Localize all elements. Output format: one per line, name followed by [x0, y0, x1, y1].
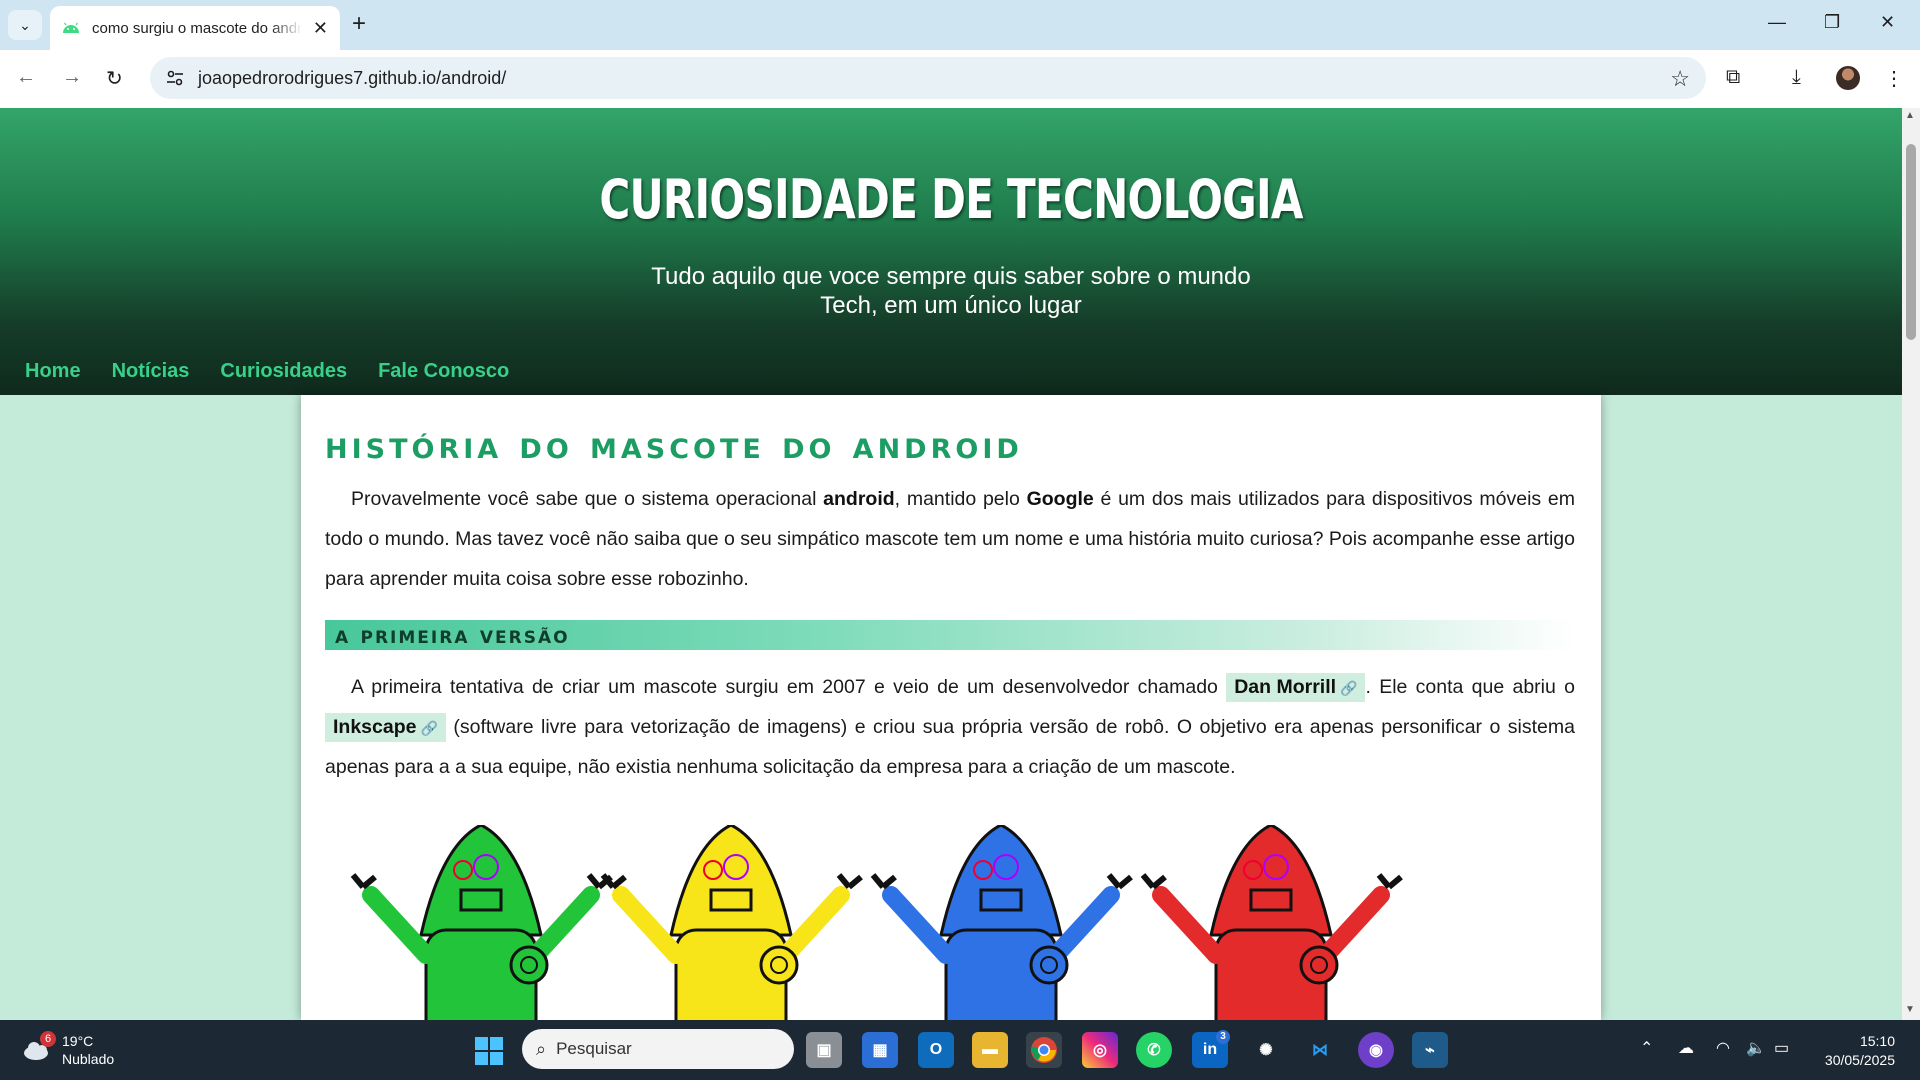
chevron-down-icon: ⌄ — [19, 16, 31, 33]
restore-button[interactable]: ❐ — [1824, 12, 1840, 33]
browser-toolbar: ← → ↻ joaopedrorodrigues7.github.io/andr… — [0, 50, 1920, 108]
site-nav: Home Notícias Curiosidades Fale Conosco — [25, 360, 509, 383]
file-explorer-icon[interactable]: ▬ — [972, 1032, 1008, 1068]
chatgpt-icon[interactable]: ✺ — [1248, 1032, 1284, 1068]
download-icon[interactable]: ⤓ — [1792, 66, 1801, 89]
address-bar[interactable]: joaopedrorodrigues7.github.io/android/ ☆ — [150, 57, 1706, 99]
link-icon: 🔗 — [420, 720, 438, 736]
vscode-icon[interactable]: ⋈ — [1302, 1032, 1338, 1068]
weather-widget[interactable]: 6 19°C Nublado — [22, 1031, 115, 1068]
bookmark-star-icon[interactable]: ☆ — [1670, 66, 1690, 92]
site-subtitle-line1: Tudo aquilo que voce sempre quis saber s… — [651, 263, 1251, 290]
robot-mascots-image — [350, 825, 1403, 1020]
robot-mascot — [1140, 825, 1403, 1020]
windows-start-icon[interactable] — [474, 1036, 504, 1066]
nav-link-home[interactable]: Home — [25, 360, 81, 383]
intro-bold-android: android — [823, 488, 895, 510]
whatsapp-icon[interactable]: ✆ — [1136, 1032, 1172, 1068]
search-placeholder: Pesquisar — [556, 1039, 632, 1058]
site-settings-icon[interactable] — [164, 67, 186, 89]
site-subtitle-line2: Tech, em um único lugar — [820, 292, 1082, 319]
nav-link-noticias[interactable]: Notícias — [112, 360, 190, 383]
outlook-icon[interactable]: O — [918, 1032, 954, 1068]
linkedin-icon[interactable]: in 3 — [1192, 1030, 1230, 1068]
windows-taskbar: 6 19°C Nublado ⌕ Pesquisar ▣ ▦ O ▬ ◎ ✆ i… — [0, 1020, 1920, 1080]
back-icon[interactable]: ← — [16, 66, 36, 89]
tab-title: como surgiu o mascote do android — [92, 19, 302, 37]
browser-tab-active[interactable]: como surgiu o mascote do android ✕ — [50, 6, 340, 50]
search-icon: ⌕ — [536, 1038, 547, 1059]
robot-mascot — [600, 825, 863, 1020]
weather-badge: 6 — [40, 1031, 56, 1047]
cloud-icon: 6 — [22, 1031, 56, 1061]
window-close-button[interactable]: ✕ — [1880, 12, 1895, 33]
page-scrollbar[interactable]: ▲ ▼ — [1902, 108, 1920, 1020]
volume-icon[interactable]: 🔈 — [1746, 1038, 1766, 1058]
intro-text-1: Provavelmente você sabe que o sistema op… — [351, 488, 824, 510]
chevron-up-icon[interactable]: ⌃ — [1640, 1038, 1653, 1058]
robot-mascot — [350, 825, 613, 1020]
extensions-icon[interactable]: ⧉ — [1726, 66, 1740, 89]
site-title: CURIOSIDADE DE TECNOLOGIA — [599, 168, 1303, 231]
linkedin-badge: 3 — [1216, 1030, 1230, 1044]
intro-bold-google: Google — [1026, 488, 1094, 510]
link-inkscape[interactable]: Inkscape 🔗 — [325, 713, 446, 742]
link-dan-morrill-label: Dan Morrill — [1234, 676, 1337, 698]
github-icon[interactable]: ◉ — [1358, 1032, 1394, 1068]
clock-date: 30/05/2025 — [1824, 1052, 1895, 1068]
clock-time: 15:10 — [1859, 1033, 1895, 1049]
section-text-1: A primeira tentativa de criar um mascote… — [351, 676, 1227, 698]
intro-text-2: , mantido pelo — [894, 488, 1027, 510]
taskbar-search[interactable]: ⌕ Pesquisar — [522, 1029, 794, 1069]
section-paragraph: A primeira tentativa de criar um mascote… — [325, 667, 1575, 787]
battery-icon[interactable]: ▭ — [1774, 1038, 1789, 1058]
minimize-button[interactable]: — — [1768, 12, 1786, 33]
link-inkscape-label: Inkscape — [333, 716, 417, 738]
weather-temp: 19°C — [62, 1033, 94, 1049]
nav-link-fale-conosco[interactable]: Fale Conosco — [378, 360, 509, 383]
tab-search-button[interactable]: ⌄ — [8, 10, 42, 40]
weather-desc: Nublado — [62, 1051, 115, 1067]
android-favicon-icon — [63, 22, 79, 33]
section-title: A primeira versão — [335, 621, 570, 649]
nav-link-curiosidades[interactable]: Curiosidades — [220, 360, 347, 383]
scroll-up-icon[interactable]: ▲ — [1905, 110, 1915, 121]
section-text-2: . Ele conta que abriu o — [1365, 676, 1575, 698]
link-icon: 🔗 — [1340, 680, 1358, 696]
instagram-icon[interactable]: ◎ — [1082, 1032, 1118, 1068]
tab-close-icon[interactable]: ✕ — [313, 18, 328, 39]
wifi-icon[interactable]: ◠ — [1716, 1038, 1730, 1058]
site-subtitle: Tudo aquilo que voce sempre quis saber s… — [0, 262, 1902, 320]
scroll-down-icon[interactable]: ▼ — [1905, 1004, 1915, 1015]
site-header: CURIOSIDADE DE TECNOLOGIA Tudo aquilo qu… — [0, 108, 1902, 395]
clock[interactable]: 15:10 30/05/2025 — [1815, 1032, 1895, 1070]
intro-paragraph: Provavelmente você sabe que o sistema op… — [325, 479, 1575, 599]
article-heading: História do mascote do android — [325, 423, 1023, 467]
menu-dots-icon[interactable]: ⋮ — [1884, 66, 1904, 91]
article: História do mascote do android Provavelm… — [301, 395, 1601, 1020]
remote-desktop-icon[interactable]: ⌁ — [1412, 1032, 1448, 1068]
section-text-3: (software livre para vetorização de imag… — [325, 716, 1575, 778]
robot-mascot — [870, 825, 1133, 1020]
forward-icon[interactable]: → — [62, 66, 82, 89]
reload-icon[interactable]: ↻ — [106, 66, 123, 91]
profile-avatar[interactable] — [1836, 66, 1860, 90]
scroll-thumb[interactable] — [1906, 144, 1916, 340]
onedrive-icon[interactable]: ☁ — [1678, 1038, 1694, 1058]
microsoft-store-icon[interactable]: ▦ — [862, 1032, 898, 1068]
chrome-icon[interactable] — [1026, 1032, 1062, 1068]
new-tab-button[interactable]: + — [352, 10, 366, 38]
browser-tab-bar: ⌄ como surgiu o mascote do android ✕ + —… — [0, 0, 1920, 50]
task-view-icon[interactable]: ▣ — [806, 1032, 842, 1068]
url-text: joaopedrorodrigues7.github.io/android/ — [198, 67, 507, 88]
section-header-bar: A primeira versão — [325, 620, 1575, 650]
link-dan-morrill[interactable]: Dan Morrill 🔗 — [1226, 673, 1366, 702]
